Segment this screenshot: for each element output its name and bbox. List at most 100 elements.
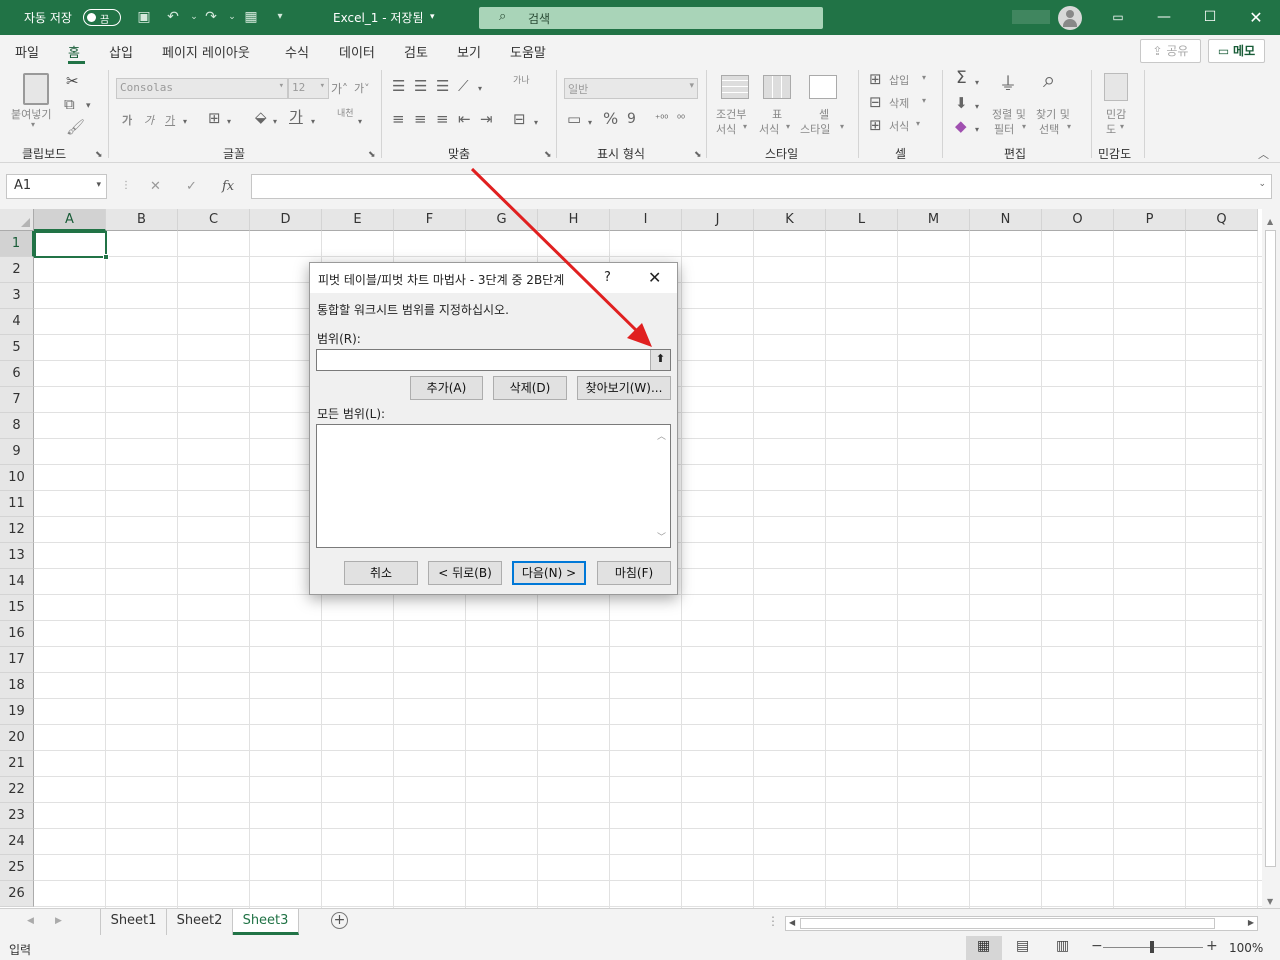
- sort-filter-label-2[interactable]: 필터: [994, 121, 1014, 137]
- chevron-down-icon[interactable]: ▾: [1120, 122, 1124, 131]
- column-header[interactable]: G: [466, 209, 538, 231]
- column-header[interactable]: K: [754, 209, 826, 231]
- fill-color-icon[interactable]: ⬙: [255, 109, 267, 125]
- row-header[interactable]: 4: [0, 309, 34, 335]
- italic-button[interactable]: 가: [144, 112, 154, 128]
- sort-filter-label-1[interactable]: 정렬 및: [992, 106, 1026, 122]
- chevron-down-icon[interactable]: ▾: [743, 122, 747, 131]
- merge-dropdown-icon[interactable]: ▾: [534, 115, 538, 131]
- row-header[interactable]: 8: [0, 413, 34, 439]
- row-header[interactable]: 16: [0, 621, 34, 647]
- orientation-dropdown-icon[interactable]: ▾: [478, 81, 482, 97]
- format-painter-icon[interactable]: 🖌: [66, 119, 85, 135]
- row-header[interactable]: 23: [0, 803, 34, 829]
- align-top-icon[interactable]: ☰: [392, 78, 405, 94]
- format-as-table-icon[interactable]: [763, 75, 791, 99]
- row-header[interactable]: 17: [0, 647, 34, 673]
- finish-button[interactable]: 마침(F): [597, 561, 671, 585]
- column-header[interactable]: P: [1114, 209, 1186, 231]
- redo-dropdown-icon[interactable]: ⌄: [224, 9, 240, 25]
- font-color-dropdown-icon[interactable]: ▾: [311, 114, 315, 130]
- sheet-tab-active[interactable]: Sheet3: [233, 909, 299, 935]
- column-header[interactable]: L: [826, 209, 898, 231]
- delete-cells-icon[interactable]: ⊟: [869, 94, 882, 110]
- tab-view[interactable]: 보기: [457, 42, 481, 61]
- next-sheet-icon[interactable]: ▶: [55, 916, 62, 926]
- row-header[interactable]: 1: [0, 231, 34, 257]
- cancel-entry-icon[interactable]: ✕: [150, 179, 161, 194]
- redo-icon[interactable]: ↷: [203, 9, 219, 25]
- row-header[interactable]: 2: [0, 257, 34, 283]
- alignment-launcher-icon[interactable]: ⬊: [544, 150, 552, 160]
- column-header[interactable]: C: [178, 209, 250, 231]
- add-sheet-icon[interactable]: +: [331, 912, 348, 929]
- tab-data[interactable]: 데이터: [339, 42, 375, 61]
- row-header[interactable]: 11: [0, 491, 34, 517]
- decrease-indent-icon[interactable]: ⇤: [458, 111, 471, 127]
- chevron-down-icon[interactable]: ▾: [786, 122, 790, 131]
- avatar[interactable]: [1058, 6, 1082, 30]
- sensitivity-line-1[interactable]: 민감: [1106, 106, 1126, 122]
- chevron-down-icon[interactable]: ▾: [840, 122, 844, 131]
- row-header[interactable]: 5: [0, 335, 34, 361]
- accounting-dropdown-icon[interactable]: ▾: [588, 115, 592, 131]
- active-cell[interactable]: [34, 231, 109, 260]
- formula-input[interactable]: ⌄: [251, 174, 1272, 199]
- format-as-table-label-2[interactable]: 서식: [759, 121, 779, 137]
- row-header[interactable]: 21: [0, 751, 34, 777]
- column-header[interactable]: E: [322, 209, 394, 231]
- undo-dropdown-icon[interactable]: ⌄: [186, 9, 202, 25]
- expand-formula-icon[interactable]: ⌄: [1258, 179, 1266, 189]
- select-all-button[interactable]: [0, 209, 34, 231]
- cell-styles-label-2[interactable]: 스타일: [800, 121, 830, 137]
- increase-indent-icon[interactable]: ⇥: [480, 111, 493, 127]
- horizontal-scrollbar[interactable]: ◀ ▶: [785, 916, 1258, 931]
- chevron-down-icon[interactable]: ▾: [922, 96, 926, 105]
- row-header[interactable]: 10: [0, 465, 34, 491]
- chevron-down-icon[interactable]: ▾: [922, 73, 926, 82]
- clear-dropdown-icon[interactable]: ▾: [975, 122, 979, 138]
- copy-dropdown-icon[interactable]: ▾: [86, 98, 91, 114]
- row-header[interactable]: 9: [0, 439, 34, 465]
- next-button[interactable]: 다음(N) >: [512, 561, 586, 585]
- ribbon-display-options-icon[interactable]: ▭: [1095, 0, 1141, 35]
- font-launcher-icon[interactable]: ⬊: [368, 150, 376, 160]
- row-header[interactable]: 20: [0, 725, 34, 751]
- row-header[interactable]: 3: [0, 283, 34, 309]
- browse-button[interactable]: 찾아보기(W)...: [577, 376, 671, 400]
- horizontal-scroll-thumb[interactable]: [800, 918, 1215, 929]
- align-center-icon[interactable]: ≡: [414, 111, 427, 127]
- zoom-in-icon[interactable]: +: [1206, 938, 1218, 954]
- add-button[interactable]: 추가(A): [410, 376, 483, 400]
- underline-button[interactable]: 가: [165, 112, 175, 128]
- list-scroll-down-icon[interactable]: ﹀: [657, 530, 666, 543]
- range-input[interactable]: ⬆: [316, 349, 671, 371]
- font-grow-button[interactable]: 가˄: [331, 80, 348, 97]
- row-header[interactable]: 14: [0, 569, 34, 595]
- print-preview-icon[interactable]: ▦: [243, 9, 259, 25]
- autosum-icon[interactable]: Σ: [956, 70, 967, 87]
- copy-icon[interactable]: ⧉: [64, 96, 75, 112]
- column-header[interactable]: Q: [1186, 209, 1258, 231]
- chevron-down-icon[interactable]: ▾: [1022, 122, 1026, 131]
- font-name-combo[interactable]: Consolas ▾: [116, 78, 288, 99]
- merge-center-icon[interactable]: ⊟: [513, 111, 526, 127]
- find-select-label-1[interactable]: 찾기 및: [1036, 106, 1070, 122]
- paste-icon[interactable]: [23, 73, 49, 105]
- format-cells-label[interactable]: 서식: [889, 118, 909, 134]
- conditional-formatting-label-2[interactable]: 서식: [716, 121, 736, 137]
- insert-function-icon[interactable]: fx: [222, 179, 234, 194]
- find-select-label-2[interactable]: 선택: [1039, 121, 1059, 137]
- row-header[interactable]: 18: [0, 673, 34, 699]
- zoom-slider-thumb[interactable]: [1150, 941, 1154, 953]
- autosave-toggle[interactable]: 끔: [83, 9, 121, 26]
- tab-file[interactable]: 파일: [15, 42, 39, 61]
- prev-sheet-icon[interactable]: ◀: [27, 916, 34, 926]
- customize-qat-icon[interactable]: ▾: [272, 9, 288, 25]
- column-header[interactable]: F: [394, 209, 466, 231]
- row-header[interactable]: 13: [0, 543, 34, 569]
- search-box[interactable]: ⌕ 검색: [479, 7, 823, 29]
- align-bottom-icon[interactable]: ☰: [436, 78, 449, 94]
- percent-icon[interactable]: %: [603, 111, 618, 127]
- phonetic-dropdown-icon[interactable]: ▾: [358, 114, 362, 130]
